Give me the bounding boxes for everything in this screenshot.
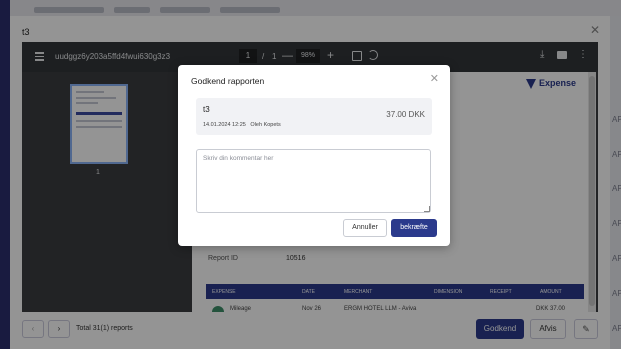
- comment-textarea[interactable]: [196, 149, 431, 213]
- resize-handle[interactable]: [424, 206, 430, 212]
- approve-report-modal: Godkend rapporten ✕ t3 14.01.2024 12:25 …: [178, 65, 450, 246]
- report-owner: Oleh Kopets: [250, 122, 281, 128]
- close-icon[interactable]: ✕: [430, 72, 439, 85]
- report-meta: 14.01.2024 12:25 Oleh Kopets: [203, 122, 281, 128]
- report-datetime: 14.01.2024 12:25: [203, 122, 246, 128]
- report-amount: 37.00 DKK: [386, 110, 425, 119]
- confirm-button[interactable]: bekræfte: [391, 219, 437, 237]
- report-summary-card: t3 14.01.2024 12:25 Oleh Kopets 37.00 DK…: [196, 98, 432, 135]
- cancel-button[interactable]: Annuller: [343, 219, 387, 237]
- report-name: t3: [203, 105, 210, 114]
- modal-title: Godkend rapporten: [191, 76, 265, 86]
